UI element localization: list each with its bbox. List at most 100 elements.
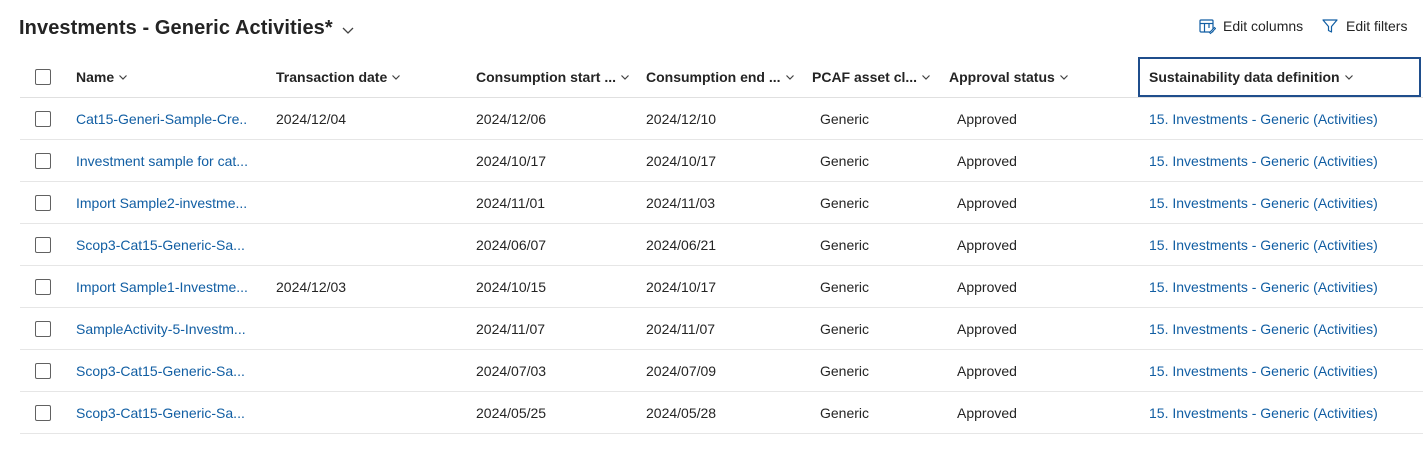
table-row[interactable]: Scop3-Cat15-Generic-Sa... 2024/05/25 202… bbox=[20, 392, 1423, 434]
transaction-date-cell: 2024/12/03 bbox=[276, 279, 347, 295]
chevron-down-icon bbox=[392, 75, 401, 80]
column-header-consumption-end[interactable]: Consumption end ... bbox=[646, 56, 806, 98]
edit-columns-label: Edit columns bbox=[1223, 18, 1304, 34]
row-select-cell bbox=[35, 266, 59, 308]
consumption-end-cell: 2024/10/17 bbox=[646, 279, 717, 295]
column-header-pcaf-asset-class[interactable]: PCAF asset cl... bbox=[812, 56, 937, 98]
chevron-down-icon bbox=[1059, 75, 1068, 80]
record-name-link[interactable]: Cat15-Generi-Sample-Cre... bbox=[76, 111, 248, 127]
view-header: Investments - Generic Activities* Edit c… bbox=[0, 0, 1423, 58]
name-cell: Import Sample1-Investme... bbox=[76, 266, 256, 308]
record-name-link[interactable]: Import Sample1-Investme... bbox=[76, 279, 248, 295]
consumption-start-cell: 2024/07/03 bbox=[476, 363, 547, 379]
record-name-link[interactable]: Import Sample2-investme... bbox=[76, 195, 247, 211]
row-select-cell bbox=[35, 350, 59, 392]
name-cell: Import Sample2-investme... bbox=[76, 182, 256, 224]
consumption-end-cell: 2024/12/10 bbox=[646, 111, 717, 127]
table-row[interactable]: Import Sample2-investme... 2024/11/01 20… bbox=[20, 182, 1423, 224]
row-checkbox[interactable] bbox=[35, 195, 51, 211]
table-row[interactable]: Cat15-Generi-Sample-Cre... 2024/12/04 20… bbox=[20, 98, 1423, 140]
edit-filters-button[interactable]: Edit filters bbox=[1321, 17, 1407, 35]
row-select-cell bbox=[35, 224, 59, 266]
consumption-end-cell: 2024/11/03 bbox=[646, 195, 716, 211]
sdd-cell: 15. Investments - Generic (Activities) bbox=[1149, 98, 1423, 140]
column-header-transaction-date[interactable]: Transaction date bbox=[276, 56, 461, 98]
pcaf-asset-class-cell: Generic bbox=[820, 153, 870, 169]
column-header-consumption-start[interactable]: Consumption start ... bbox=[476, 56, 636, 98]
record-name-link[interactable]: Scop3-Cat15-Generic-Sa... bbox=[76, 237, 245, 253]
pcaf-asset-class-cell: Generic bbox=[820, 405, 870, 421]
table-row[interactable]: SampleActivity-5-Investm... 2024/11/07 2… bbox=[20, 308, 1423, 350]
chevron-down-icon bbox=[922, 75, 930, 80]
chevron-down-icon bbox=[1344, 75, 1353, 80]
grid-header-row: Name Transaction date Consumption start … bbox=[20, 56, 1423, 98]
sdd-link[interactable]: 15. Investments - Generic (Activities) bbox=[1149, 405, 1378, 421]
table-row[interactable]: Import Sample1-Investme... 2024/12/03 20… bbox=[20, 266, 1423, 308]
edit-columns-icon bbox=[1199, 19, 1216, 35]
table-row[interactable]: Scop3-Cat15-Generic-Sa... 2024/07/03 202… bbox=[20, 350, 1423, 392]
sdd-link[interactable]: 15. Investments - Generic (Activities) bbox=[1149, 111, 1378, 127]
approval-status-cell: Approved bbox=[957, 111, 1017, 127]
sdd-link[interactable]: 15. Investments - Generic (Activities) bbox=[1149, 153, 1378, 169]
approval-status-cell: Approved bbox=[957, 237, 1017, 253]
column-header-approval-status[interactable]: Approval status bbox=[949, 56, 1124, 98]
record-name-link[interactable]: Scop3-Cat15-Generic-Sa... bbox=[76, 405, 245, 421]
consumption-end-cell: 2024/11/07 bbox=[646, 321, 716, 337]
sdd-cell: 15. Investments - Generic (Activities) bbox=[1149, 266, 1423, 308]
edit-columns-button[interactable]: Edit columns bbox=[1198, 17, 1303, 35]
grid-page: Investments - Generic Activities* Edit c… bbox=[0, 0, 1423, 458]
column-header-name[interactable]: Name bbox=[76, 56, 256, 98]
consumption-start-cell: 2024/11/01 bbox=[476, 195, 546, 211]
row-select-cell bbox=[35, 392, 59, 434]
row-checkbox[interactable] bbox=[35, 111, 51, 127]
table-row[interactable]: Investment sample for cat... 2024/10/17 … bbox=[20, 140, 1423, 182]
sdd-cell: 15. Investments - Generic (Activities) bbox=[1149, 182, 1423, 224]
chevron-down-icon bbox=[621, 75, 629, 80]
pcaf-asset-class-cell: Generic bbox=[820, 363, 870, 379]
pcaf-asset-class-cell: Generic bbox=[820, 279, 870, 295]
row-select-cell bbox=[35, 182, 59, 224]
edit-filters-label: Edit filters bbox=[1346, 18, 1408, 34]
consumption-end-cell: 2024/05/28 bbox=[646, 405, 717, 421]
row-checkbox[interactable] bbox=[35, 237, 51, 253]
name-cell: Investment sample for cat... bbox=[76, 140, 256, 182]
sdd-link[interactable]: 15. Investments - Generic (Activities) bbox=[1149, 363, 1378, 379]
row-checkbox[interactable] bbox=[35, 279, 51, 295]
approval-status-cell: Approved bbox=[957, 363, 1017, 379]
row-checkbox[interactable] bbox=[35, 153, 51, 169]
row-checkbox[interactable] bbox=[35, 321, 51, 337]
chevron-down-icon bbox=[785, 75, 794, 80]
record-name-link[interactable]: Investment sample for cat... bbox=[76, 153, 248, 169]
chevron-down-icon bbox=[342, 27, 354, 34]
row-checkbox[interactable] bbox=[35, 363, 51, 379]
sdd-cell: 15. Investments - Generic (Activities) bbox=[1149, 140, 1423, 182]
view-selector[interactable]: Investments - Generic Activities* bbox=[19, 17, 355, 40]
select-all-checkbox[interactable] bbox=[35, 69, 51, 85]
consumption-start-cell: 2024/05/25 bbox=[476, 405, 547, 421]
approval-status-cell: Approved bbox=[957, 153, 1017, 169]
record-name-link[interactable]: SampleActivity-5-Investm... bbox=[76, 321, 246, 337]
record-name-link[interactable]: Scop3-Cat15-Generic-Sa... bbox=[76, 363, 245, 379]
sdd-link[interactable]: 15. Investments - Generic (Activities) bbox=[1149, 195, 1378, 211]
table-row[interactable]: Scop3-Cat15-Generic-Sa... 2024/06/07 202… bbox=[20, 224, 1423, 266]
approval-status-cell: Approved bbox=[957, 279, 1017, 295]
data-grid: Name Transaction date Consumption start … bbox=[20, 56, 1423, 434]
transaction-date-cell bbox=[276, 140, 461, 182]
sdd-link[interactable]: 15. Investments - Generic (Activities) bbox=[1149, 237, 1378, 253]
sdd-link[interactable]: 15. Investments - Generic (Activities) bbox=[1149, 321, 1378, 337]
column-header-label: Approval status bbox=[949, 69, 1055, 85]
sdd-link[interactable]: 15. Investments - Generic (Activities) bbox=[1149, 279, 1378, 295]
approval-status-cell: Approved bbox=[957, 321, 1017, 337]
column-header-sustainability-data-definition[interactable]: Sustainability data definition bbox=[1138, 57, 1421, 97]
transaction-date-cell bbox=[276, 392, 461, 434]
view-title: Investments - Generic Activities* bbox=[19, 17, 333, 39]
chevron-down-icon bbox=[119, 75, 128, 80]
approval-status-cell: Approved bbox=[957, 195, 1017, 211]
column-header-label: Consumption start ... bbox=[476, 69, 616, 85]
row-checkbox[interactable] bbox=[35, 405, 51, 421]
row-select-cell bbox=[35, 140, 59, 182]
consumption-start-cell: 2024/10/15 bbox=[476, 279, 547, 295]
row-select-cell bbox=[35, 98, 59, 140]
name-cell: Scop3-Cat15-Generic-Sa... bbox=[76, 350, 256, 392]
consumption-start-cell: 2024/12/06 bbox=[476, 111, 547, 127]
